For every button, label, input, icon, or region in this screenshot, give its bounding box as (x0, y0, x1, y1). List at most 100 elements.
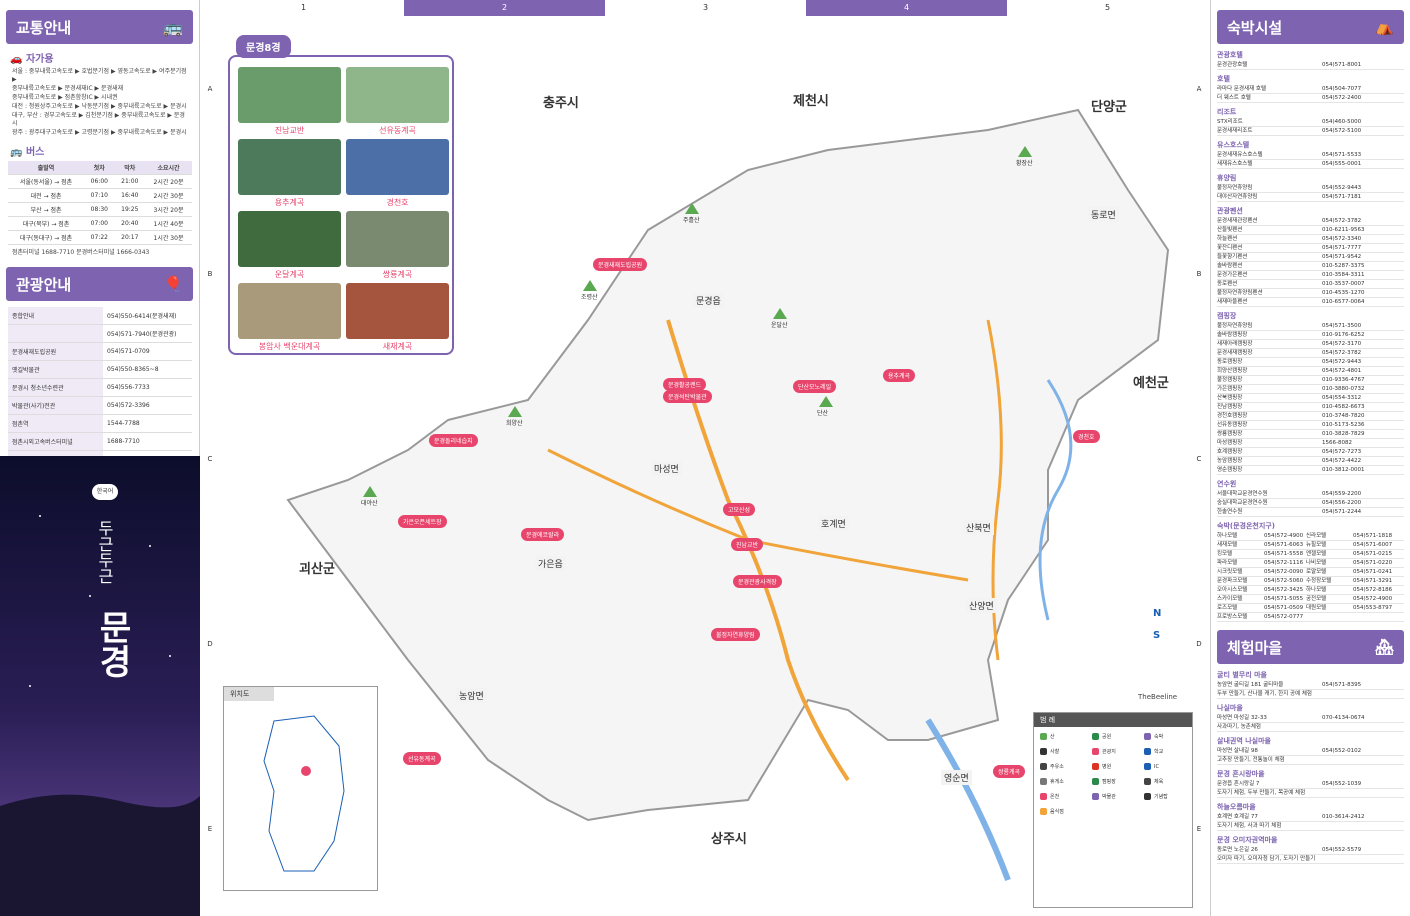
legend-item: 관광지 (1092, 748, 1116, 755)
lodge-row: 동로펜션 010-3537-0007 (1217, 280, 1404, 289)
eight-view-photo[interactable] (346, 139, 449, 195)
lodge-tel: 054)555-0001 (1322, 161, 1362, 167)
grid-column: 1 (203, 0, 404, 16)
lodge-tel: 010-5287-3375 (1322, 263, 1365, 269)
bus-cell: 대구(동대구) → 점촌 (8, 230, 85, 245)
lodge-tel: 054)572-3340 (1322, 236, 1362, 242)
legend-item: 사찰 (1040, 748, 1059, 755)
attraction-pill[interactable]: 문경에코랄라 (521, 528, 565, 541)
attraction-pill[interactable]: 경천호 (1073, 430, 1100, 443)
eight-view-photo[interactable] (238, 283, 341, 339)
attraction-pill[interactable]: 문경돌리네습지 (429, 434, 478, 447)
lodge-row: 솔바람캠핑장 010-9176-6252 (1217, 331, 1404, 340)
attraction-pill[interactable]: 고모산성 (723, 503, 756, 516)
town-cell: 시크릿모텔 (1217, 569, 1243, 575)
town-cell: 054)571-0220 (1353, 560, 1393, 566)
attraction-pill[interactable]: 문경관광사격장 (733, 575, 782, 588)
lodge-row: 진남캠핑장 010-4582-6673 (1217, 403, 1404, 412)
town-cell: 나비모텔 (1306, 560, 1327, 566)
exp-tel: 054)552-0102 (1322, 748, 1362, 754)
eight-view-photo[interactable] (346, 211, 449, 267)
lodge-row: 선유동캠핑장 010-5173-5236 (1217, 421, 1404, 430)
lodge-row: 서울대학교문경연수원 054)559-2200 (1217, 490, 1404, 499)
bus-note: 점촌터미널 1688-7710 문경버스터미널 1666-0343 (12, 249, 150, 256)
attraction-pill[interactable]: 문경석탄박물관 (663, 390, 712, 403)
attraction-pill[interactable]: 진남교반 (731, 538, 764, 551)
town-cell: 수정장모텔 (1306, 578, 1332, 584)
legend-symbol-icon (1040, 763, 1047, 770)
town-row: 오아시스모텔 054)572-3425 하나모텔 054)572-8186 (1217, 586, 1404, 595)
lodge-tel: 010-3812-0001 (1322, 467, 1365, 473)
exp-category: 굴티 별무리 마을 (1217, 671, 1267, 679)
tour-section-title: 관광안내 🎈 (6, 267, 193, 301)
lodge-tel: 054)572-3782 (1322, 350, 1362, 356)
lodge-tel: 054)572-7273 (1322, 449, 1362, 455)
town-cell: 궁전모텔 (1306, 596, 1327, 602)
bus-cell: 대구(북부) → 점촌 (8, 216, 85, 231)
lodge-name: 문경새재관광펜션 (1217, 218, 1258, 224)
town-cell: 054)572-0090 (1264, 569, 1304, 575)
eight-view-photo[interactable] (238, 211, 341, 267)
eight-view-photo[interactable] (346, 283, 449, 339)
locator-box[interactable]: 위치도 (223, 686, 378, 891)
mountain-label: 황장산 (1016, 160, 1033, 167)
lodge-row: 호계캠핑장 054)572-7273 (1217, 448, 1404, 457)
lodge-row: 불정캠핑장 010-9336-4767 (1217, 376, 1404, 385)
lodge-tel: 054)552-9443 (1322, 185, 1362, 191)
lodge-name: 희양산캠핑장 (1217, 368, 1248, 374)
bus-cell: 부산 → 점촌 (8, 202, 85, 217)
legend-symbol-icon (1092, 748, 1099, 755)
lodge-row: 문경새재리조트 054)572-5100 (1217, 127, 1404, 136)
lodge-name: 더 웨스트 호텔 (1217, 95, 1251, 101)
region-danyang: 단양군 (1091, 100, 1127, 115)
exp-category: 문경 오미자권역마을 (1217, 836, 1278, 844)
bus-header: 막차 (114, 161, 146, 175)
eight-view-caption: 용추계곡 (274, 198, 305, 207)
lodge-row: 문경새재관광펜션 054)572-3782 (1217, 217, 1404, 226)
eight-view-photo[interactable] (346, 67, 449, 123)
attraction-pill[interactable]: 단산모노레일 (793, 380, 837, 393)
lodge-row: 새재마을펜션 010-6577-0064 (1217, 298, 1404, 307)
lodge-name: 새재유스호스텔 (1217, 161, 1253, 167)
bus-cell: 20:40 (114, 216, 146, 231)
lodge-tel: 054)572-2400 (1322, 95, 1362, 101)
attraction-pill[interactable]: 문경새재도립공원 (593, 258, 648, 271)
legend-item: 병원 (1092, 763, 1111, 770)
attraction-pill[interactable]: 불정자연휴양림 (711, 628, 760, 641)
attraction-pill[interactable]: 선유동계곡 (403, 752, 441, 765)
exp-row: 오미자 따기, 오미자청 담기, 도자기 만들기 (1217, 855, 1404, 864)
bus-cell: 19:25 (114, 202, 146, 217)
town-cell: 새재모텔 (1217, 542, 1238, 548)
grid-column: 4 (806, 0, 1007, 16)
legend-label: 체육 (1154, 779, 1164, 785)
bus-cell: 대전 → 점촌 (8, 188, 85, 203)
tour-row: 문경시 청소년수련관 054)556-7733 (8, 378, 192, 397)
eight-view-photo[interactable] (238, 67, 341, 123)
eight-view-photo[interactable] (238, 139, 341, 195)
grid-row-left: D (207, 640, 213, 648)
exp-line: 농암면 굴티길 181 굴티마을 (1217, 682, 1284, 688)
car-routes: 서울 : 중부내륙고속도로 ▶ 호법분기점 ▶ 영동고속도로 ▶ 여주분기점 ▶… (0, 68, 199, 137)
legend-symbol-icon (1144, 763, 1151, 770)
lodge-name: 들꽃향기펜션 (1217, 254, 1248, 260)
attraction-pill[interactable]: 쌍룡계곡 (993, 765, 1026, 778)
legend-symbol-icon (1092, 733, 1099, 740)
lodge-name: 문경새재캠핑장 (1217, 350, 1253, 356)
lodge-name: 솔바람펜션 (1217, 263, 1243, 269)
lodge-row: 불정자연휴양림 054)552-9443 (1217, 184, 1404, 193)
tour-key: 문경새재도립공원 (8, 342, 103, 361)
town-cell: 054)572-0777 (1264, 614, 1304, 620)
tour-row: 문경새재도립공원 054)571-0709 (8, 342, 192, 361)
lodge-category: 리조트 (1217, 108, 1237, 116)
lodge-tel: 010-9176-6252 (1322, 332, 1365, 338)
attraction-pill[interactable]: 용추계곡 (883, 369, 916, 382)
cover-big-title: 문경 (92, 610, 132, 678)
tour-key: 박물관(사기)전관 (8, 396, 103, 415)
lodge-name: 농암캠핑장 (1217, 458, 1243, 464)
lodge-row: 라마다 문경새재 호텔 054)504-7077 (1217, 85, 1404, 94)
attraction-pill[interactable]: 가은오픈세트장 (398, 515, 447, 528)
town-cell: 054)571-0215 (1353, 551, 1393, 557)
lodge-tel: 054)572-9443 (1322, 359, 1362, 365)
exp-line: 마성면 살내길 98 (1217, 748, 1258, 754)
lodge-name: 문경새재리조트 (1217, 128, 1253, 134)
